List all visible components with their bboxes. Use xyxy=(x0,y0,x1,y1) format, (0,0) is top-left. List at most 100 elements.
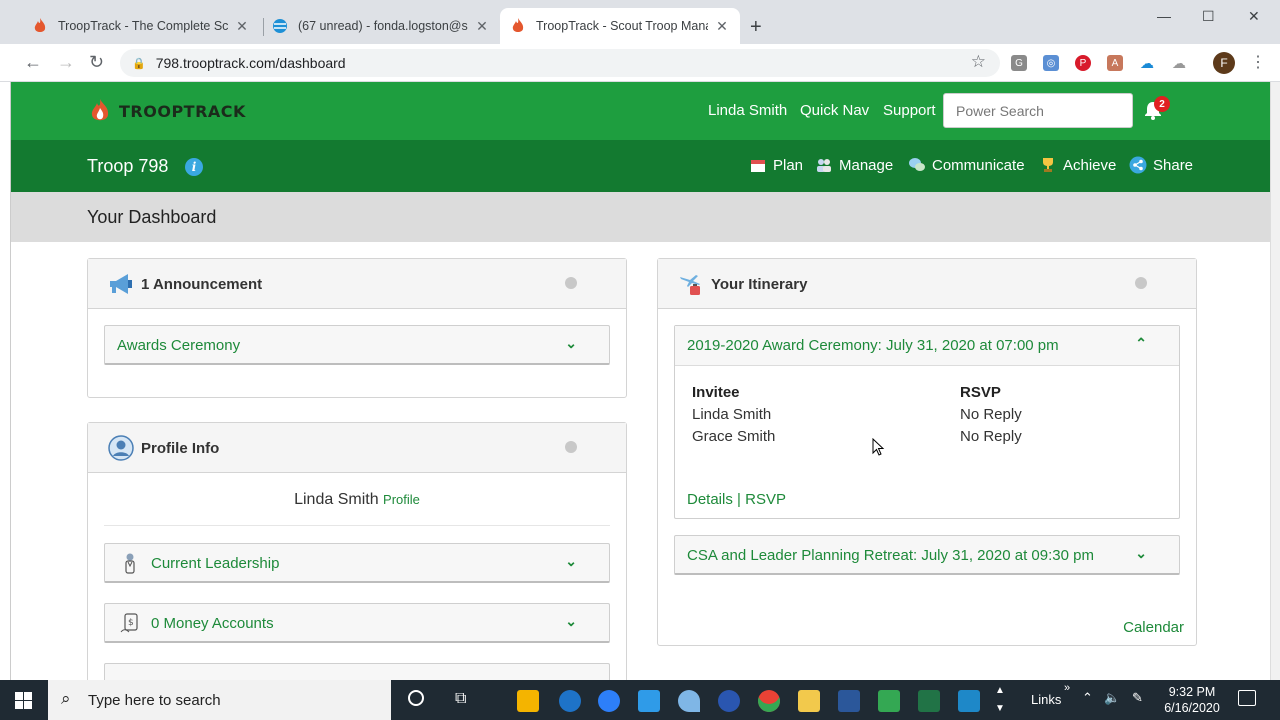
browser-tab-trooptrack-home[interactable]: TroopTrack - The Complete Scout ✕ xyxy=(22,8,260,44)
task-view-icon[interactable]: ⧉ xyxy=(455,690,466,708)
browser-profile-avatar[interactable]: F xyxy=(1213,52,1235,74)
chevron-down-icon: ⌄ xyxy=(1135,545,1147,561)
mail-icon[interactable] xyxy=(638,690,660,712)
tab-close-icon[interactable]: ✕ xyxy=(234,18,250,35)
grammar-extension-icon[interactable]: G xyxy=(1011,55,1027,71)
onedrive-cloud-icon[interactable]: ☁ xyxy=(1139,55,1155,71)
power-search-input[interactable] xyxy=(943,93,1133,128)
maximize-icon[interactable]: ☐ xyxy=(1202,8,1215,25)
camtasia-icon[interactable] xyxy=(878,690,900,712)
mouse-cursor-icon xyxy=(872,438,885,456)
itinerary-card: Your Itinerary 2019-2020 Award Ceremony:… xyxy=(657,258,1197,646)
announcements-card-header: 1 Announcement xyxy=(88,259,626,309)
page-scrollbar[interactable] xyxy=(1270,82,1280,680)
snagit-editor-icon[interactable] xyxy=(958,690,980,712)
links-expand-icon[interactable]: » xyxy=(1064,682,1070,694)
action-center-icon[interactable] xyxy=(1238,690,1256,706)
edge-browser-icon[interactable] xyxy=(559,690,581,712)
new-tab-plus-icon[interactable]: + xyxy=(750,16,762,39)
nav-plan[interactable]: Plan xyxy=(749,156,803,174)
collapse-card-icon[interactable] xyxy=(565,441,577,453)
announcement-item[interactable]: Awards Ceremony ⌄ xyxy=(104,325,610,365)
trooptrack-logo[interactable]: TROOPTRACK xyxy=(87,98,246,124)
pdf-extension-icon[interactable]: A xyxy=(1107,55,1123,71)
collapse-card-icon[interactable] xyxy=(1135,277,1147,289)
pinterest-icon[interactable]: P xyxy=(1075,55,1091,71)
microsoft-store-icon[interactable] xyxy=(517,690,539,712)
money-accounts-section[interactable]: $ 0 Money Accounts ⌄ xyxy=(104,603,610,643)
tab-close-icon[interactable]: ✕ xyxy=(714,18,730,35)
collapse-card-icon[interactable] xyxy=(565,277,577,289)
profile-link[interactable]: Profile xyxy=(383,492,420,507)
excel-icon[interactable] xyxy=(918,690,940,712)
feather-app-icon[interactable] xyxy=(678,690,700,712)
itinerary-event-collapsed[interactable]: CSA and Leader Planning Retreat: July 31… xyxy=(674,535,1180,575)
windows-start-icon[interactable] xyxy=(15,692,32,709)
nav-label: Share xyxy=(1153,156,1194,174)
share-icon xyxy=(1129,156,1147,174)
event-title: CSA and Leader Planning Retreat: July 31… xyxy=(687,547,1094,564)
user-menu-link[interactable]: Linda Smith xyxy=(708,102,787,119)
leader-figure-icon xyxy=(125,553,135,574)
profile-name: Linda Smith xyxy=(294,491,379,508)
cortana-icon[interactable] xyxy=(408,690,424,706)
system-clock[interactable]: 9:32 PM 6/16/2020 xyxy=(1162,684,1222,716)
card-title: Your Itinerary xyxy=(711,276,808,293)
tab-close-icon[interactable]: ✕ xyxy=(474,18,490,35)
browser-tab-mail[interactable]: (67 unread) - fonda.logston@sbc ✕ xyxy=(262,8,500,44)
file-explorer-icon[interactable] xyxy=(798,690,820,712)
snagit-icon[interactable] xyxy=(598,690,620,712)
chrome-icon[interactable] xyxy=(758,690,780,712)
rsvp-link[interactable]: RSVP xyxy=(745,491,786,508)
nav-achieve[interactable]: Achieve xyxy=(1039,156,1116,174)
taskbar-scroll-icon[interactable]: ▲ ▼ xyxy=(995,682,1005,718)
pen-icon[interactable]: ✎ xyxy=(1132,690,1143,706)
trooptrack-flame-icon xyxy=(510,18,526,34)
url-bar[interactable]: 🔒 798.trooptrack.com/dashboard ☆ xyxy=(120,49,1000,77)
volume-icon[interactable]: 🔈 xyxy=(1104,690,1120,706)
taskbar-search-box[interactable]: ⌕ Type here to search xyxy=(48,680,391,720)
nav-manage[interactable]: Manage xyxy=(815,156,893,174)
forward-arrow-icon[interactable]: → xyxy=(57,52,75,73)
nav-communicate[interactable]: Communicate xyxy=(908,156,1025,174)
lastpass-app-icon[interactable] xyxy=(718,690,740,712)
current-leadership-section[interactable]: Current Leadership ⌄ xyxy=(104,543,610,583)
calendar-link[interactable]: Calendar xyxy=(1123,619,1184,636)
money-hand-icon: $ xyxy=(120,613,138,633)
cloud-outline-icon[interactable]: ☁ xyxy=(1171,55,1187,71)
minimize-icon[interactable]: — xyxy=(1157,8,1171,24)
browser-tab-dashboard[interactable]: TroopTrack - Scout Troop Manag ✕ xyxy=(500,8,740,44)
event-header[interactable]: 2019-2020 Award Ceremony: July 31, 2020 … xyxy=(675,326,1179,366)
quick-nav-link[interactable]: Quick Nav xyxy=(800,102,869,119)
browser-menu-icon[interactable]: ⋮ xyxy=(1250,52,1266,72)
announcements-card: 1 Announcement Awards Ceremony ⌄ xyxy=(87,258,627,398)
chevron-down-icon: ⌄ xyxy=(565,553,577,569)
card-title: 1 Announcement xyxy=(141,276,263,293)
screenshot-extension-icon[interactable]: ◎ xyxy=(1043,55,1059,71)
links-toolbar[interactable]: Links xyxy=(1031,692,1061,707)
back-arrow-icon[interactable]: ← xyxy=(24,52,42,73)
reload-icon[interactable]: ↻ xyxy=(89,52,104,73)
bookmark-star-icon[interactable]: ☆ xyxy=(971,52,986,72)
chevron-up-icon: ⌃ xyxy=(1135,335,1147,351)
info-icon[interactable]: i xyxy=(185,158,203,176)
clock-time: 9:32 PM xyxy=(1168,685,1216,699)
collapsed-section-partial[interactable]: ⌄ xyxy=(104,663,610,680)
user-avatar-icon xyxy=(108,435,134,461)
nav-label: Plan xyxy=(773,156,804,174)
announcement-title: Awards Ceremony xyxy=(117,337,241,354)
tray-chevron-up-icon[interactable]: ⌃ xyxy=(1082,690,1093,706)
card-title: Profile Info xyxy=(141,440,220,457)
details-link[interactable]: Details xyxy=(687,491,733,508)
support-link[interactable]: Support xyxy=(883,102,936,119)
section-title: 0 Money Accounts xyxy=(151,615,274,632)
window-close-icon[interactable]: ✕ xyxy=(1248,8,1260,25)
nav-share[interactable]: Share xyxy=(1129,156,1193,174)
trooptrack-flame-logo-icon xyxy=(91,99,109,121)
magnifier-icon: ⌕ xyxy=(61,689,71,708)
chevron-down-icon: ⌄ xyxy=(565,673,577,680)
rsvp-status: No Reply xyxy=(960,406,1022,423)
section-title: Current Leadership xyxy=(151,555,280,572)
word-icon[interactable] xyxy=(838,690,860,712)
browser-tab-strip: TroopTrack - The Complete Scout ✕ (67 un… xyxy=(0,0,1280,44)
